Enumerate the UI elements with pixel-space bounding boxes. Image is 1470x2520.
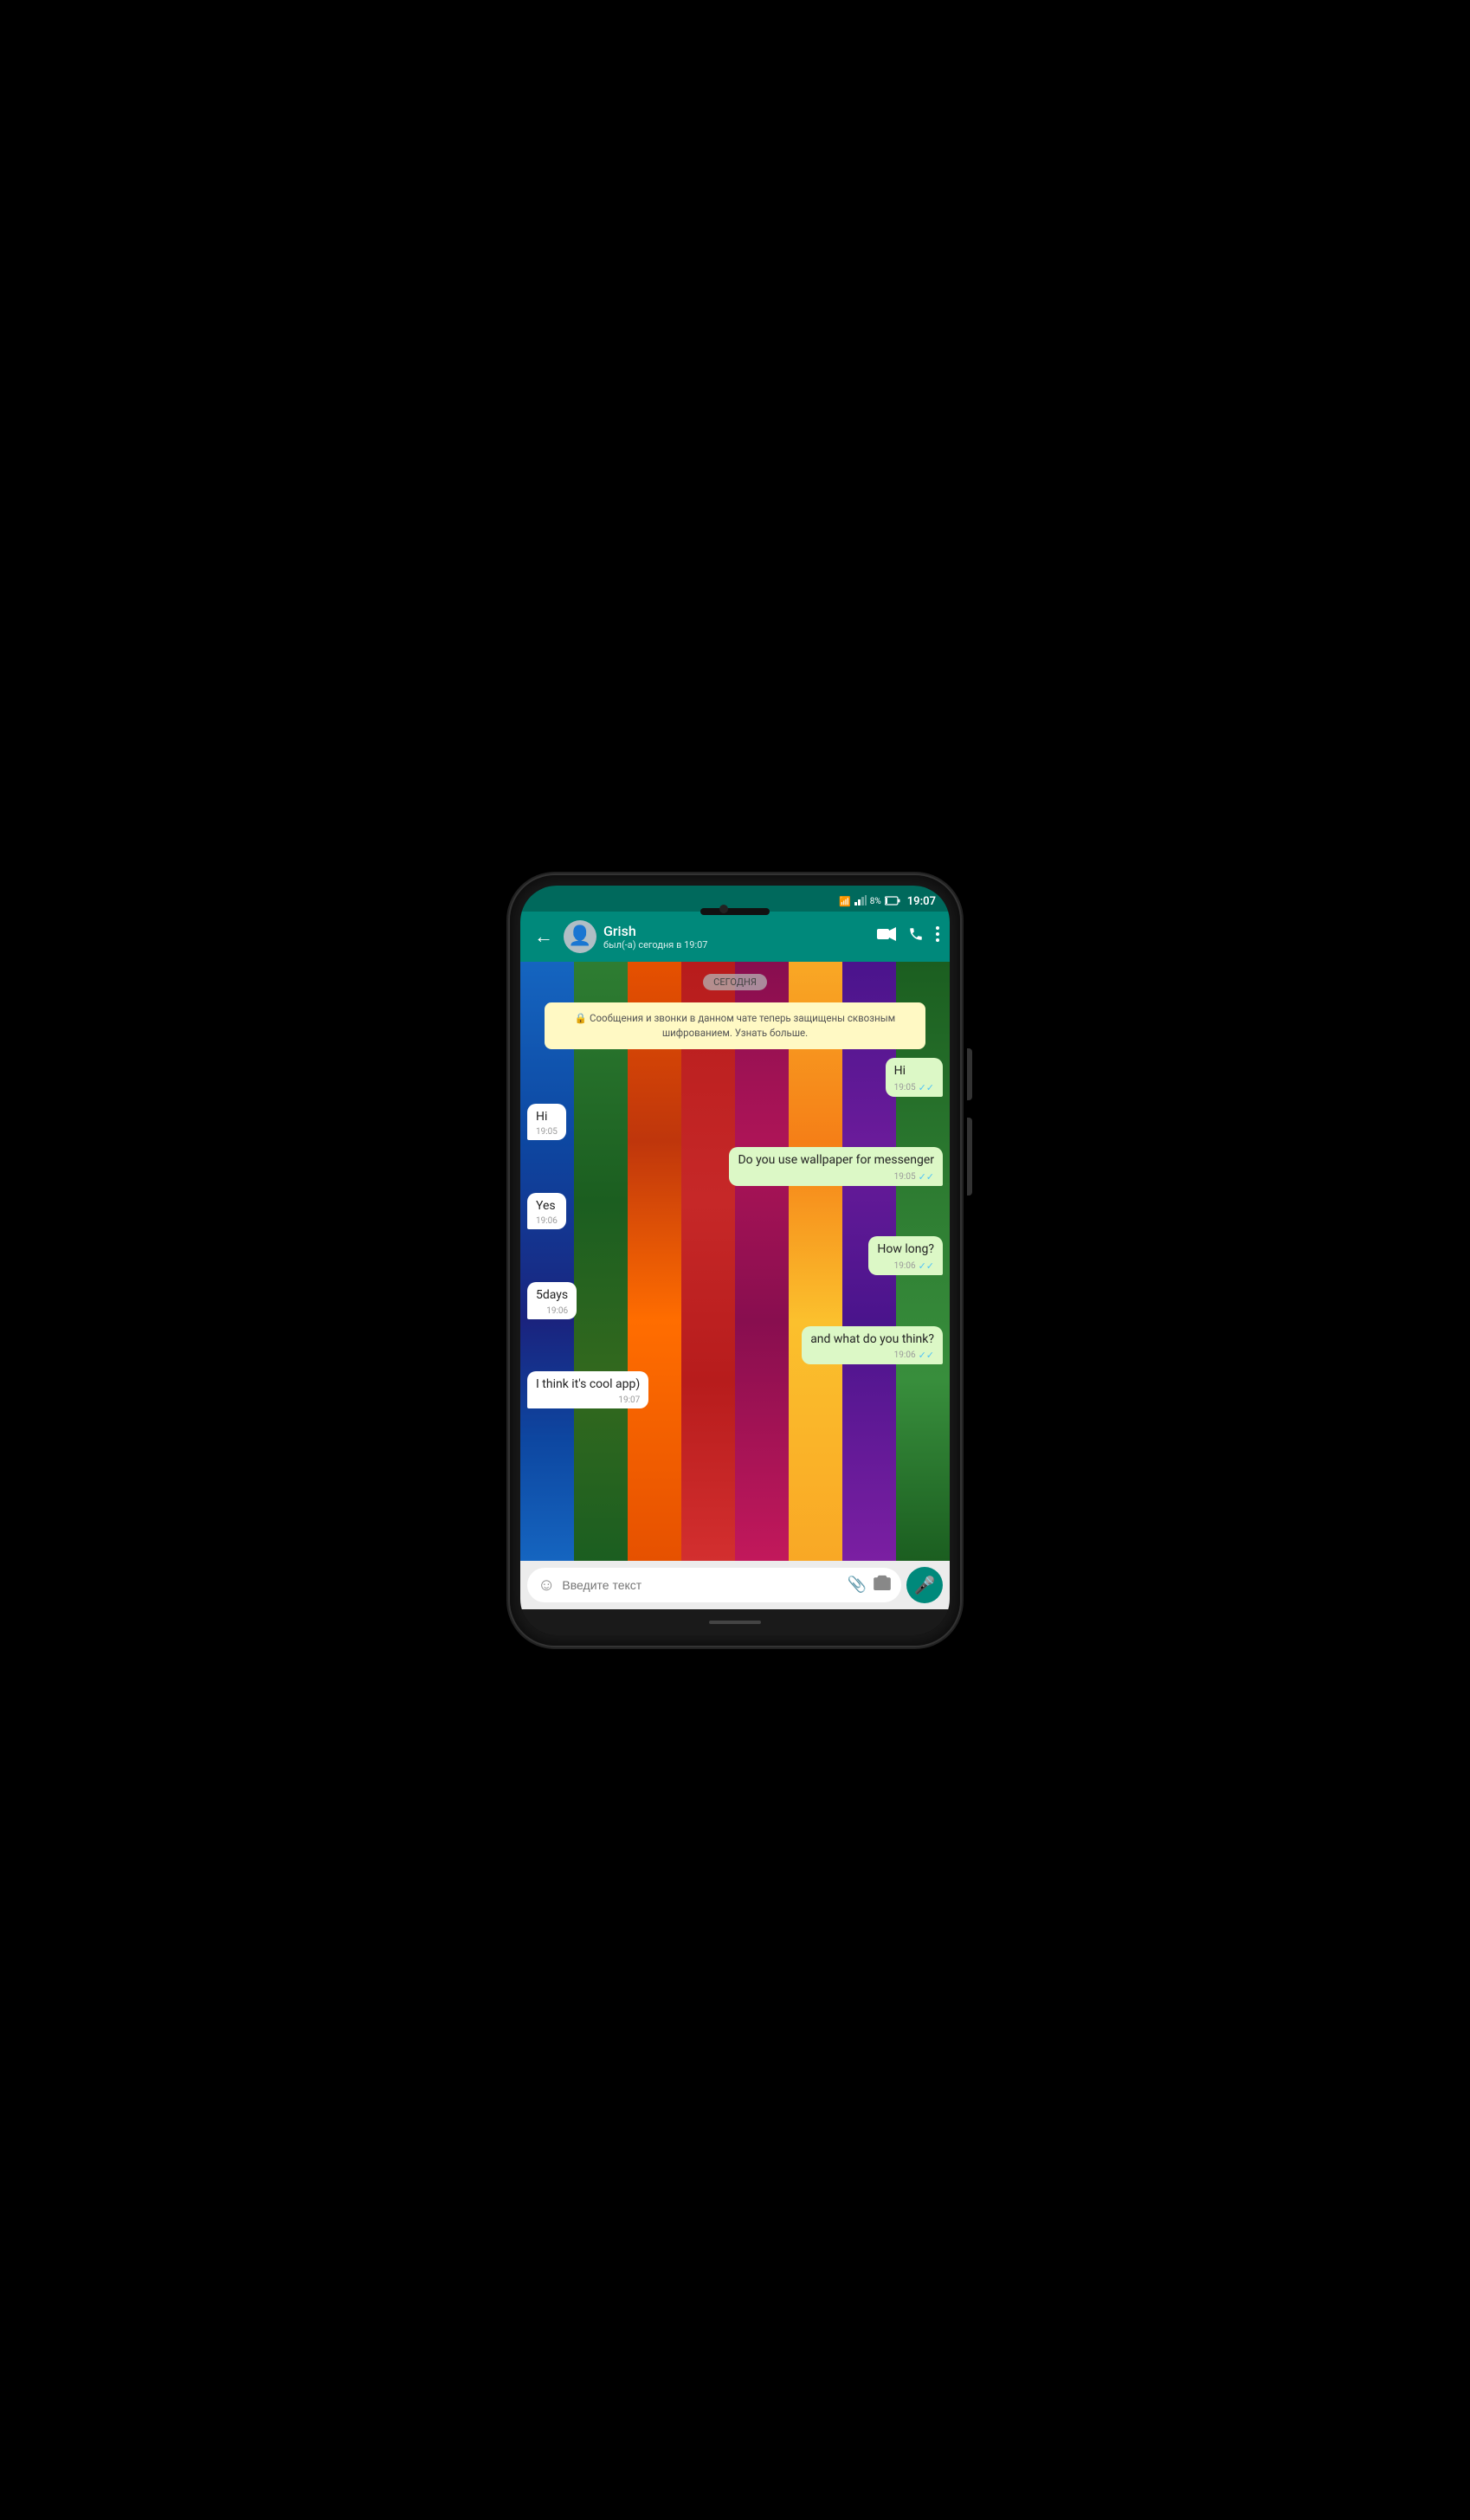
battery-pct: 8% [870,897,881,906]
contact-name: Grish [603,923,870,939]
message-bubble: Hi 19:05 ✓✓ [886,1058,943,1097]
message-text: I think it's cool app) [536,1377,640,1391]
camera-button[interactable] [874,1575,891,1595]
message-time: 19:05 [894,1172,916,1182]
message-text: Hi [894,1064,906,1078]
message-text: Do you use wallpaper for messenger [738,1153,934,1167]
message-meta: 19:06 [536,1216,558,1226]
message-meta: 19:06 ✓✓ [877,1260,934,1272]
contact-info: Grish был(-а) сегодня в 19:07 [603,923,870,951]
message-time: 19:07 [618,1395,640,1405]
message-row: 5days 19:06 [527,1282,943,1319]
message-bubble: Hi 19:05 [527,1104,566,1141]
message-row: Hi 19:05 [527,1104,943,1141]
message-bubble: 5days 19:06 [527,1282,577,1319]
message-row: Yes 19:06 [527,1193,943,1230]
home-indicator [709,1621,761,1624]
message-bubble: Do you use wallpaper for messenger 19:05… [729,1147,943,1186]
back-button[interactable]: ← [531,922,557,951]
encryption-notice: 🔒 Сообщения и звонки в данном чате тепер… [545,1002,925,1050]
message-row: and what do you think? 19:06 ✓✓ [527,1326,943,1365]
message-meta: 19:05 ✓✓ [894,1082,934,1093]
message-bubble: How long? 19:06 ✓✓ [868,1236,943,1275]
more-options-button[interactable] [936,926,939,946]
mic-button[interactable]: 🎤 [906,1567,943,1603]
input-field-wrap: ☺ 📎 [527,1568,901,1602]
message-time: 19:06 [536,1216,558,1226]
video-call-button[interactable] [877,927,896,945]
speaker-grill [700,908,770,915]
message-time: 19:06 [546,1306,568,1316]
phone-call-button[interactable] [908,926,924,946]
message-ticks: ✓✓ [919,1260,934,1272]
signal-icon [854,895,867,908]
top-actions [877,926,939,946]
wifi-icon: 📶 [839,896,851,907]
message-row: Do you use wallpaper for messenger 19:05… [527,1147,943,1186]
chat-area: СЕГОДНЯ 🔒 Сообщения и звонки в данном ча… [520,962,950,1561]
chat-content: СЕГОДНЯ 🔒 Сообщения и звонки в данном ча… [520,962,950,1428]
avatar[interactable]: 👤 [564,920,596,953]
phone-screen: 📶 8% 19:07 [520,886,950,1635]
message-time: 19:06 [894,1261,916,1271]
status-icons: 📶 8% 19:07 [839,895,936,908]
message-meta: 19:07 [536,1395,640,1405]
contact-status: был(-а) сегодня в 19:07 [603,939,870,951]
message-text: Hi [536,1110,547,1124]
message-bubble: and what do you think? 19:06 ✓✓ [802,1326,943,1365]
bottom-bar [520,1609,950,1635]
message-time: 19:05 [536,1127,558,1137]
message-meta: 19:06 ✓✓ [810,1350,934,1361]
message-meta: 19:05 [536,1127,558,1137]
date-badge: СЕГОДНЯ [703,974,767,990]
input-bar: ☺ 📎 🎤 [520,1561,950,1609]
status-time: 19:07 [907,895,936,908]
phone-frame: 📶 8% 19:07 [510,875,960,1646]
attach-button[interactable]: 📎 [848,1576,867,1594]
front-camera [719,905,728,913]
top-bar: ← 👤 Grish был(-а) сегодня в 19:07 [520,912,950,962]
message-text: How long? [877,1242,934,1256]
message-text: 5days [536,1288,568,1302]
message-input[interactable] [562,1578,840,1592]
message-text: and what do you think? [810,1332,934,1346]
mic-icon: 🎤 [914,1575,936,1595]
message-time: 19:06 [894,1350,916,1360]
message-meta: 19:06 [536,1306,568,1316]
message-row: Hi 19:05 ✓✓ [527,1058,943,1097]
message-row: How long? 19:06 ✓✓ [527,1236,943,1275]
battery-icon [885,896,900,908]
emoji-button[interactable]: ☺ [538,1574,555,1595]
message-bubble: Yes 19:06 [527,1193,566,1230]
message-row: I think it's cool app) 19:07 [527,1371,943,1408]
power-button[interactable] [967,1048,972,1100]
message-meta: 19:05 ✓✓ [738,1171,934,1183]
volume-button[interactable] [967,1118,972,1196]
avatar-icon: 👤 [568,925,591,947]
message-time: 19:05 [894,1083,916,1092]
message-bubble: I think it's cool app) 19:07 [527,1371,648,1408]
message-ticks: ✓✓ [919,1350,934,1361]
message-ticks: ✓✓ [919,1082,934,1093]
message-text: Yes [536,1199,556,1213]
message-ticks: ✓✓ [919,1171,934,1183]
